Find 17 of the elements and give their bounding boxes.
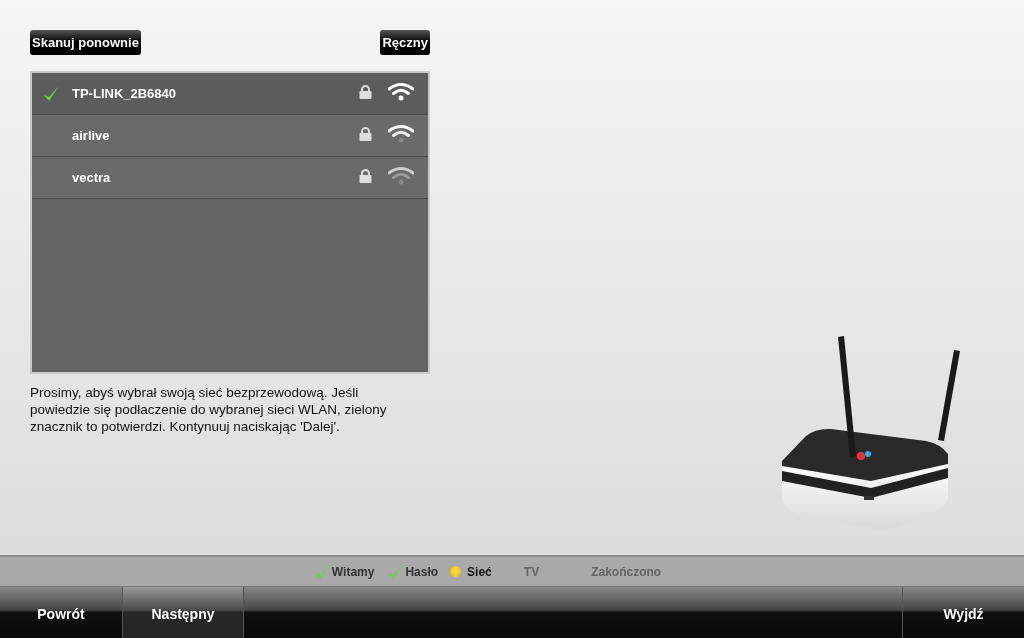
instruction-text: Prosimy, abyś wybrał swoją sieć bezprzewodową. Jeśli powiedzie się podłaczenie do wybranej sieci WLAN, zielony znacznik to potwierdzi. Kontynuuj naciskając 'Dalej'.: [30, 384, 388, 435]
exit-button[interactable]: Wyjdź: [902, 587, 1024, 638]
step-label: Sieć: [467, 564, 492, 579]
step-label: TV: [523, 564, 540, 579]
network-row[interactable]: airlive: [32, 115, 428, 157]
network-row[interactable]: TP-LINK_2B6840: [32, 73, 428, 115]
network-name: vectra: [72, 170, 112, 185]
network-row[interactable]: vectra: [32, 157, 428, 199]
network-name: airlive: [72, 128, 111, 143]
step-label: Hasło: [405, 564, 439, 579]
step-label: Witamy: [331, 564, 375, 579]
nav-button[interactable]: Następny: [122, 587, 244, 638]
nav-button[interactable]: Powrót: [0, 587, 122, 638]
step-label: Zakończono: [591, 564, 662, 579]
rescan-button[interactable]: Skanuj ponownie: [30, 30, 141, 55]
manual-button[interactable]: Ręczny: [380, 30, 430, 55]
network-name: TP-LINK_2B6840: [72, 86, 178, 101]
